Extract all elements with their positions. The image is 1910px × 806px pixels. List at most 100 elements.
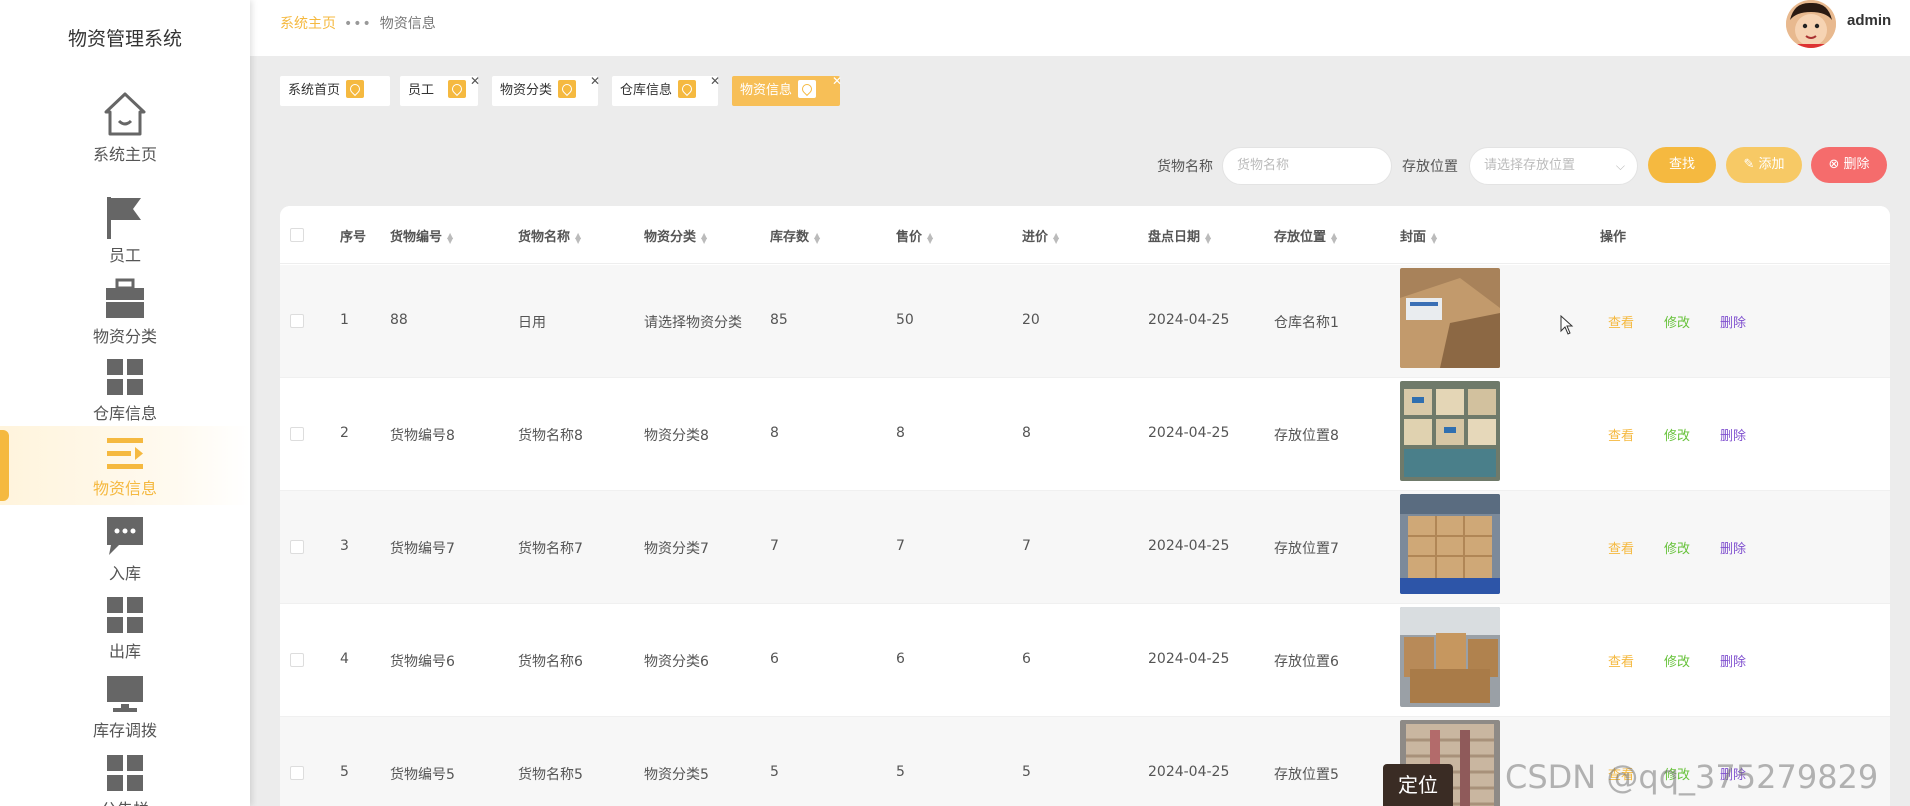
edit-link[interactable]: 修改 [1664, 651, 1690, 670]
tag-category[interactable]: 物资分类 ✕ [492, 74, 600, 106]
cell-name: 货物名称5 [518, 767, 583, 783]
cell-stock: 85 [770, 312, 788, 328]
locate-button[interactable]: 定位 [1383, 764, 1453, 806]
edit-link[interactable]: 修改 [1664, 538, 1690, 557]
sidebar-item-label: 系统主页 [92, 145, 157, 164]
delete-button[interactable]: ⊗ 删除 [1811, 147, 1887, 183]
cell-price: 5 [896, 764, 905, 780]
cell-date: 2024-04-25 [1148, 312, 1230, 328]
cover-image[interactable] [1400, 381, 1500, 481]
list-icon [107, 438, 143, 469]
tag-staff[interactable]: 员工 ✕ [400, 74, 480, 106]
sort-icon: ▲ ▼ [1331, 230, 1338, 245]
cell-index: 2 [340, 425, 349, 441]
grid-icon [107, 597, 143, 633]
cell-name: 货物名称7 [518, 541, 583, 557]
row-checkbox[interactable] [290, 314, 304, 328]
row-checkbox[interactable] [290, 653, 304, 667]
cell-stock: 7 [770, 538, 779, 554]
find-button[interactable]: 查找 [1648, 147, 1716, 183]
delete-link[interactable]: 删除 [1720, 538, 1746, 557]
header-cover[interactable]: 封面 ▲ ▼ [1400, 226, 1437, 245]
tag-goods[interactable]: 物资信息 ✕ [732, 74, 842, 106]
username[interactable]: admin [1847, 12, 1891, 29]
tag-warehouse[interactable]: 仓库信息 ✕ [612, 74, 720, 106]
cell-category: 物资分类7 [644, 541, 709, 557]
avatar[interactable] [1786, 0, 1836, 48]
breadcrumb-home[interactable]: 系统主页 [280, 16, 336, 32]
close-icon[interactable]: ✕ [710, 66, 720, 96]
breadcrumb-separator: ••• [344, 16, 372, 32]
cell-price: 6 [896, 651, 905, 667]
view-link[interactable]: 查看 [1608, 425, 1634, 444]
grid-icon [107, 755, 143, 791]
sidebar-item-staff[interactable]: 员工 [0, 195, 250, 274]
cell-category: 物资分类5 [644, 767, 709, 783]
sidebar-item-outbound[interactable]: 出库 [0, 595, 250, 674]
tag-home[interactable]: 系统首页 [280, 76, 390, 106]
breadcrumb: 系统主页 ••• 物资信息 [280, 13, 436, 33]
sidebar-item-inbound[interactable]: 入库 [0, 515, 250, 594]
sidebar: 物资管理系统 系统主页 员工 物资分类 仓库信息 物资信息 入库 出库 库存调拨… [0, 0, 250, 806]
header-name[interactable]: 货物名称 ▲ ▼ [518, 226, 581, 245]
sort-icon: ▲ ▼ [814, 230, 821, 245]
row-checkbox[interactable] [290, 766, 304, 780]
header-price[interactable]: 售价 ▲ ▼ [896, 226, 933, 245]
close-icon[interactable]: ✕ [470, 66, 480, 96]
edit-link[interactable]: 修改 [1664, 425, 1690, 444]
row-checkbox[interactable] [290, 427, 304, 441]
cell-category: 物资分类8 [644, 428, 709, 444]
delete-link[interactable]: 删除 [1720, 425, 1746, 444]
grid-icon [107, 359, 143, 395]
cell-date: 2024-04-25 [1148, 538, 1230, 554]
sidebar-item-goods[interactable]: 物资信息 [0, 426, 250, 505]
edit-link[interactable]: 修改 [1664, 312, 1690, 331]
sidebar-item-transfer[interactable]: 库存调拨 [0, 674, 250, 753]
cell-code: 货物编号6 [390, 654, 455, 670]
cell-name: 日用 [518, 315, 546, 331]
name-search-input[interactable]: 货物名称 [1222, 147, 1392, 185]
sidebar-item-label: 出库 [108, 642, 141, 661]
view-link[interactable]: 查看 [1608, 312, 1634, 331]
location-select[interactable]: 请选择存放位置 ⌵ [1469, 147, 1638, 185]
header-index: 序号 [340, 230, 367, 245]
select-all-checkbox[interactable] [290, 228, 304, 242]
header-location[interactable]: 存放位置 ▲ ▼ [1274, 226, 1337, 245]
header-date[interactable]: 盘点日期 ▲ ▼ [1148, 226, 1211, 245]
cell-index: 5 [340, 764, 349, 780]
view-link[interactable]: 查看 [1608, 651, 1634, 670]
chevron-down-icon: ⌵ [1615, 159, 1625, 173]
cell-location: 存放位置8 [1274, 428, 1339, 444]
tag-label: 系统首页 [288, 83, 341, 98]
row-checkbox[interactable] [290, 540, 304, 554]
sidebar-item-warehouse[interactable]: 仓库信息 [0, 357, 250, 436]
name-label: 货物名称 [1157, 159, 1213, 175]
cell-location: 存放位置6 [1274, 654, 1339, 670]
add-button-label: 添加 [1758, 157, 1785, 172]
header-category[interactable]: 物资分类 ▲ ▼ [644, 226, 707, 245]
cell-location: 存放位置7 [1274, 541, 1339, 557]
delete-link[interactable]: 删除 [1720, 312, 1746, 331]
sidebar-item-category[interactable]: 物资分类 [0, 278, 250, 357]
header-code[interactable]: 货物编号 ▲ ▼ [390, 226, 453, 245]
cell-code: 货物编号8 [390, 428, 455, 444]
close-icon[interactable]: ✕ [590, 66, 600, 96]
sidebar-item-notice[interactable]: 公告栏 [0, 753, 250, 806]
sidebar-item-home[interactable]: 系统主页 [0, 88, 250, 167]
cover-image[interactable] [1400, 607, 1500, 707]
header-cost[interactable]: 进价 ▲ ▼ [1022, 226, 1059, 245]
cell-category: 物资分类6 [644, 654, 709, 670]
add-button[interactable]: ✎ 添加 [1726, 147, 1802, 183]
cover-image[interactable] [1400, 494, 1500, 594]
header-stock[interactable]: 库存数 ▲ ▼ [770, 226, 820, 245]
delete-link[interactable]: 删除 [1720, 651, 1746, 670]
cover-image[interactable] [1400, 268, 1500, 368]
close-icon[interactable]: ✕ [832, 66, 842, 96]
view-link[interactable]: 查看 [1608, 538, 1634, 557]
cell-cost: 5 [1022, 764, 1031, 780]
cell-stock: 8 [770, 425, 779, 441]
header-operations: 操作 [1600, 230, 1627, 245]
sort-icon: ▲ ▼ [927, 230, 934, 245]
watermark: CSDN @qq_375279829 [1505, 758, 1879, 796]
mouse-cursor-icon [1560, 315, 1574, 335]
